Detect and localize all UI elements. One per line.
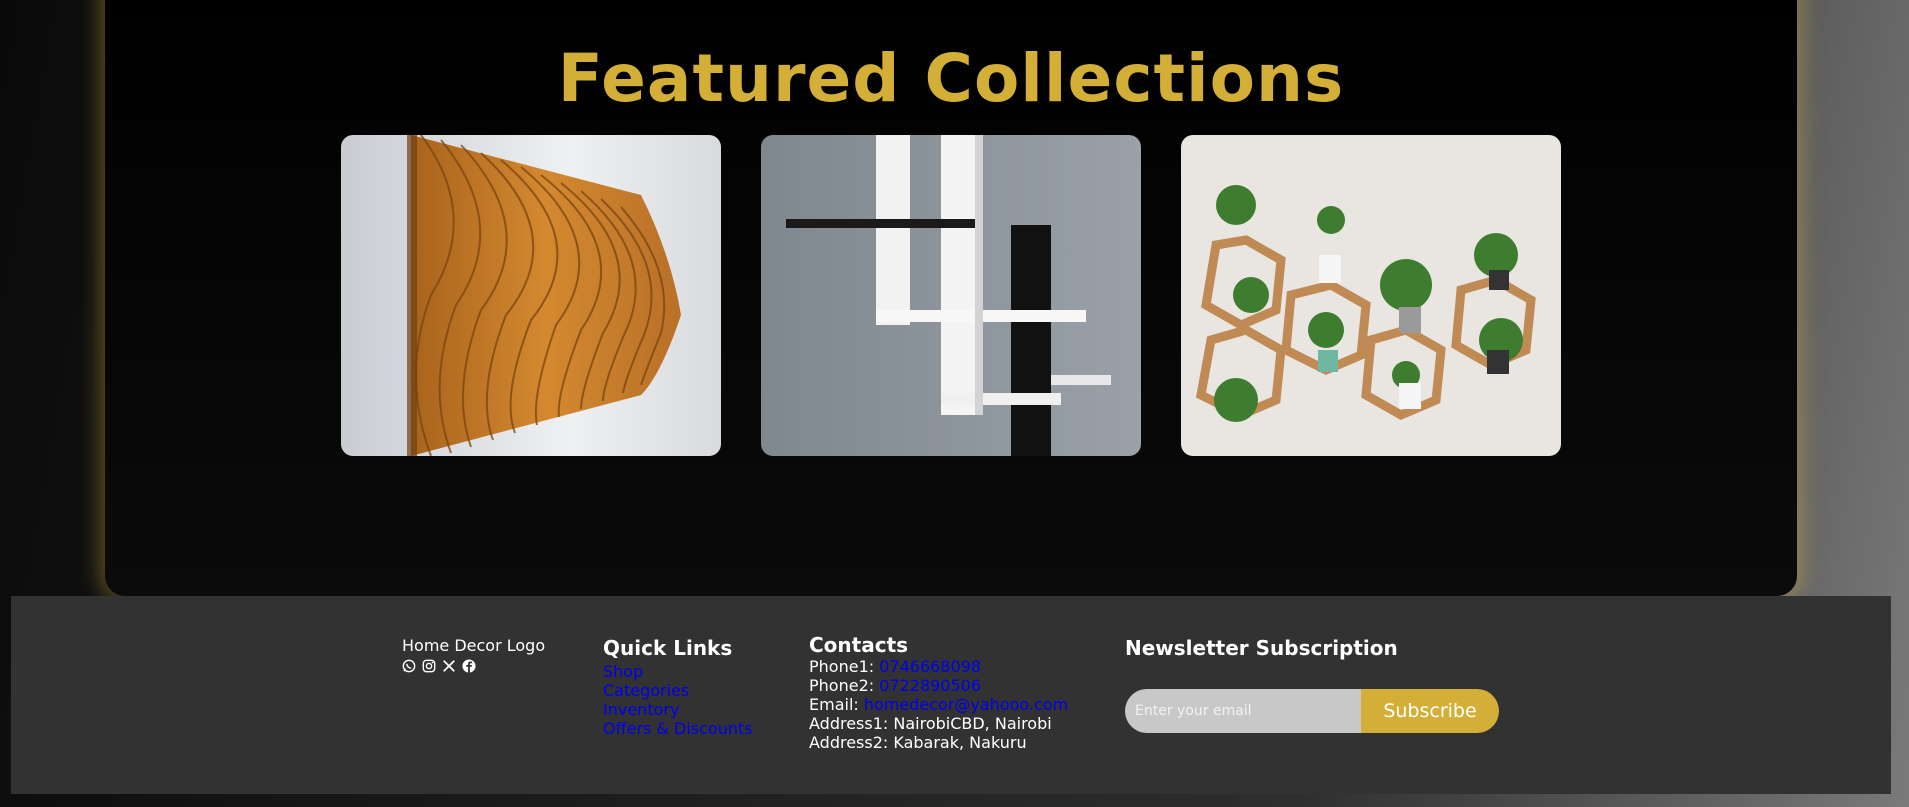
section-title: Featured Collections [557, 40, 1345, 117]
collection-card-wall-shelves[interactable] [761, 135, 1141, 456]
address1: Address1: NairobiCBD, Nairobi [809, 714, 1052, 733]
phone1-row: Phone1: 0746668098 [809, 657, 1068, 676]
home-decor-logo[interactable]: Home Decor Logo [402, 636, 545, 655]
featured-collections-section: Featured Collections [105, 0, 1797, 596]
footer-link-shop[interactable]: Shop [603, 662, 753, 681]
hexagon-shelves-image [1181, 135, 1561, 456]
site-footer: Home Decor Logo Quick Links Shop Categor… [11, 596, 1891, 794]
instagram-icon[interactable] [422, 659, 436, 673]
newsletter-column: Newsletter Subscription Subscribe [1125, 636, 1499, 733]
phone2-row: Phone2: 0722890506 [809, 676, 1068, 695]
facebook-icon[interactable] [462, 659, 476, 673]
email-input[interactable] [1125, 689, 1361, 733]
quick-links-column: Quick Links Shop Categories Inventory Of… [603, 636, 753, 738]
footer-logo-column: Home Decor Logo [402, 636, 545, 673]
subscribe-button[interactable]: Subscribe [1361, 689, 1499, 733]
email-link[interactable]: homedecor@yahooo.com [864, 695, 1068, 714]
collection-card-hexagon-shelves[interactable] [1181, 135, 1561, 456]
social-links [402, 659, 545, 673]
contacts-title: Contacts [809, 633, 909, 657]
phone2-label: Phone2: [809, 676, 880, 695]
address2: Address2: Kabarak, Nakuru [809, 733, 1027, 752]
contacts-column: Contacts Phone1: 0746668098 Phone2: 0722… [809, 633, 1068, 752]
newsletter-title: Newsletter Subscription [1125, 636, 1398, 660]
footer-link-inventory[interactable]: Inventory [603, 700, 753, 719]
footer-link-offers[interactable]: Offers & Discounts [603, 719, 753, 738]
wall-art-image [341, 135, 721, 456]
email-label: Email: [809, 695, 864, 714]
footer-link-categories[interactable]: Categories [603, 681, 753, 700]
wall-shelves-image [761, 135, 1141, 456]
collection-card-wall-art[interactable] [341, 135, 721, 456]
whatsapp-icon[interactable] [402, 659, 416, 673]
quick-links-title: Quick Links [603, 636, 733, 660]
phone1-link[interactable]: 0746668098 [879, 657, 981, 676]
x-icon[interactable] [442, 659, 456, 673]
phone1-label: Phone1: [809, 657, 880, 676]
email-row: Email: homedecor@yahooo.com [809, 695, 1068, 714]
newsletter-form: Subscribe [1125, 689, 1499, 733]
phone2-link[interactable]: 0722890506 [879, 676, 981, 695]
